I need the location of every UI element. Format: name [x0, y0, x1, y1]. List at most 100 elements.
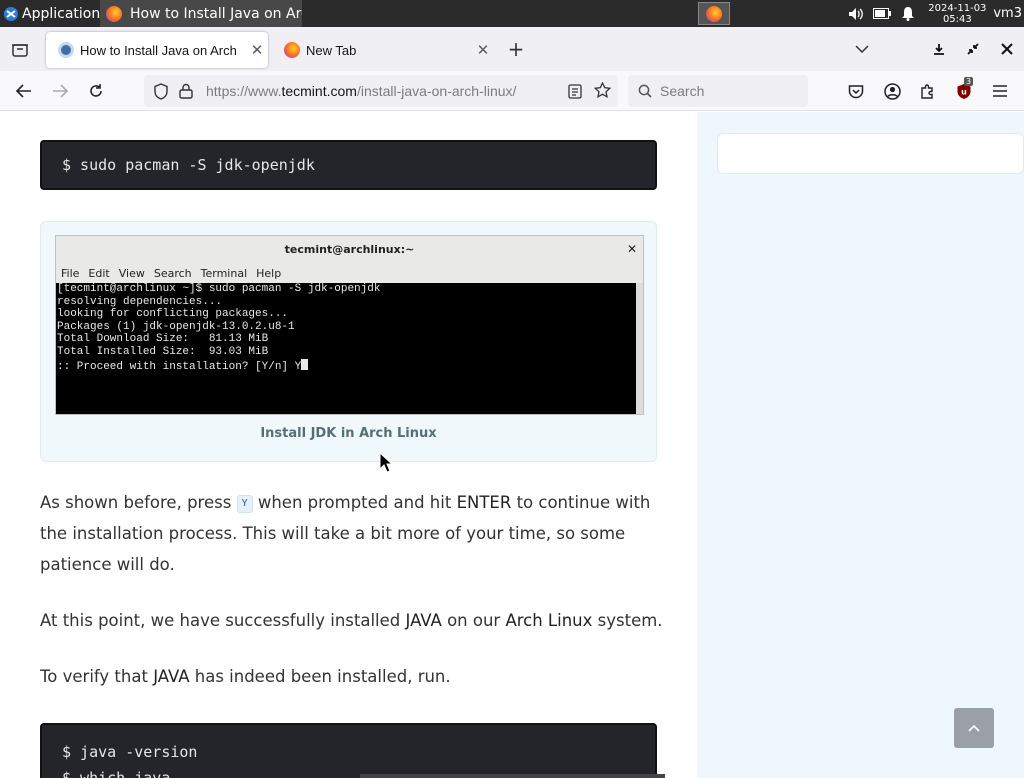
tray-firefox-button[interactable]: [698, 2, 730, 25]
list-all-tabs-button[interactable]: [842, 27, 882, 71]
terminal-menu-file: File: [61, 266, 80, 280]
reader-view-icon[interactable]: [568, 84, 582, 99]
paragraph-verify: To verify that JAVA has indeed been inst…: [40, 661, 670, 692]
bookmark-star-icon[interactable]: [594, 82, 611, 99]
firefox-icon: [106, 5, 122, 22]
address-bar[interactable]: https://www.tecmint.com/install-java-on-…: [144, 75, 618, 107]
article-body: $ sudo pacman -S jdk-openjdk tecmint@arc…: [0, 112, 697, 778]
terminal-screenshot: tecmint@archlinux:~ ✕ File Edit View Sea…: [55, 235, 644, 415]
close-tab-icon[interactable]: ✕: [472, 41, 494, 59]
plus-icon: +: [507, 37, 525, 61]
screenshot-figure: tecmint@archlinux:~ ✕ File Edit View Sea…: [40, 221, 657, 462]
tab-label: How to Install Java on Arch: [80, 42, 237, 58]
forward-button[interactable]: [42, 71, 78, 111]
terminal-title: tecmint@archlinux:~ ✕: [56, 236, 643, 263]
hamburger-menu-icon: [993, 85, 1007, 97]
text: As shown before, press: [40, 493, 237, 512]
firefox-view-button[interactable]: [0, 27, 40, 71]
arch-linux-text: Arch Linux: [505, 611, 593, 630]
java-text: JAVA: [153, 667, 190, 686]
firefox-favicon-icon: [284, 42, 300, 58]
app-menu-button[interactable]: [982, 71, 1018, 111]
terminal-scrollbar: [636, 283, 643, 414]
horizontal-scrollbar[interactable]: [360, 774, 665, 778]
notification-bell-icon[interactable]: [895, 0, 921, 27]
url-path: /install-java-on-arch-linux/: [356, 83, 517, 99]
clock-time: 05:43: [942, 13, 972, 25]
restore-icon: [967, 43, 979, 55]
battery-icon[interactable]: [869, 0, 895, 27]
pocket-button[interactable]: [838, 71, 874, 111]
arrow-left-icon: [16, 84, 31, 98]
url-prefix: https://www.: [206, 83, 282, 99]
browser-nav-bar: https://www.tecmint.com/install-java-on-…: [0, 71, 1024, 111]
terminal-line: Total Download Size: 81.13 MiB: [57, 333, 269, 346]
scroll-to-top-button[interactable]: [954, 708, 994, 748]
terminal-menu-search: Search: [153, 266, 192, 280]
close-window-button[interactable]: [987, 27, 1024, 71]
terminal-menu-edit: Edit: [88, 266, 110, 280]
puzzle-icon: [921, 84, 933, 99]
terminal-title-text: tecmint@archlinux:~: [284, 243, 415, 256]
chevron-down-icon: [855, 45, 869, 53]
code-line: $ sudo pacman -S jdk-openjdk: [62, 156, 315, 174]
clock-date: 2024-11-03: [928, 2, 987, 14]
terminal-menu: File Edit View Search Terminal Help: [56, 263, 643, 283]
volume-icon[interactable]: [843, 0, 869, 27]
text: has indeed been installed, run.: [189, 667, 451, 686]
user-menu[interactable]: vm3: [993, 6, 1022, 21]
inline-code-y: Y: [236, 495, 253, 513]
new-tab-button[interactable]: +: [496, 27, 536, 71]
sidebar: [697, 112, 1024, 778]
text: At this point, we have successfully inst…: [40, 611, 406, 630]
browser-tab-bar: How to Install Java on Arch ✕ New Tab ✕ …: [0, 27, 1024, 71]
back-button[interactable]: [6, 71, 42, 111]
account-button[interactable]: [874, 71, 910, 111]
svg-text:u: u: [961, 87, 967, 96]
text: when prompted and hit: [252, 493, 457, 512]
firefox-icon: [706, 5, 722, 22]
text: To verify that: [40, 667, 154, 686]
url-text[interactable]: https://www.tecmint.com/install-java-on-…: [206, 83, 516, 99]
arrow-right-icon: [53, 84, 68, 98]
taskbar-firefox-window[interactable]: How to Install Java on Arc...: [100, 0, 302, 27]
applications-label: Applications: [22, 5, 108, 22]
search-bar[interactable]: Search: [628, 75, 808, 107]
terminal-line: [tecmint@archlinux ~]$ sudo pacman -S jd…: [57, 283, 381, 295]
reload-icon: [90, 84, 102, 97]
close-icon: ✕: [626, 242, 637, 256]
tab-install-java[interactable]: How to Install Java on Arch ✕: [46, 32, 268, 68]
web-page[interactable]: $ sudo pacman -S jdk-openjdk tecmint@arc…: [0, 112, 1024, 778]
search-icon: [638, 84, 652, 98]
code-line: $ java -version: [62, 743, 198, 761]
terminal-output: [tecmint@archlinux ~]$ sudo pacman -S jd…: [56, 283, 636, 414]
tab-new-tab[interactable]: New Tab ✕: [272, 32, 494, 68]
terminal-line: looking for conflicting packages...: [57, 308, 289, 321]
lock-icon[interactable]: [179, 83, 193, 99]
code-block-install[interactable]: $ sudo pacman -S jdk-openjdk: [40, 140, 657, 190]
figure-caption: Install JDK in Arch Linux: [260, 426, 437, 441]
os-top-panel: Applications ⋮ How to Install Java on Ar…: [0, 0, 1024, 27]
ublock-origin-button[interactable]: u 3: [946, 71, 982, 111]
reload-button[interactable]: [78, 71, 114, 111]
firefox-view-icon: [12, 44, 28, 57]
close-tab-icon[interactable]: ✕: [246, 41, 268, 59]
code-block-verify[interactable]: $ java -version $ which java: [40, 723, 657, 778]
xfce-logo-icon: [4, 6, 18, 21]
shield-icon[interactable]: [153, 83, 169, 100]
tab-label: New Tab: [306, 42, 357, 58]
terminal-menu-help: Help: [256, 266, 282, 280]
extensions-button[interactable]: [910, 71, 946, 111]
chevron-up-icon: [968, 724, 980, 732]
search-placeholder: Search: [660, 83, 705, 99]
sidebar-card: [717, 133, 1024, 174]
clock[interactable]: 2024-11-03 05:43: [925, 3, 989, 25]
terminal-line: Total Installed Size: 93.03 MiB: [57, 345, 269, 358]
terminal-menu-terminal: Terminal: [200, 266, 248, 280]
terminal-line: :: Proceed with installation? [Y/n] Y: [57, 360, 302, 373]
terminal-line-prompt: :: Proceed with installation? [Y/n] Y: [57, 358, 636, 374]
paragraph-press-y: As shown before, press Y when prompted a…: [40, 487, 670, 580]
text: system.: [592, 611, 663, 630]
pocket-icon: [848, 84, 864, 98]
terminal-line: Packages (1) jdk-openjdk-13.0.2.u8-1: [57, 320, 295, 333]
